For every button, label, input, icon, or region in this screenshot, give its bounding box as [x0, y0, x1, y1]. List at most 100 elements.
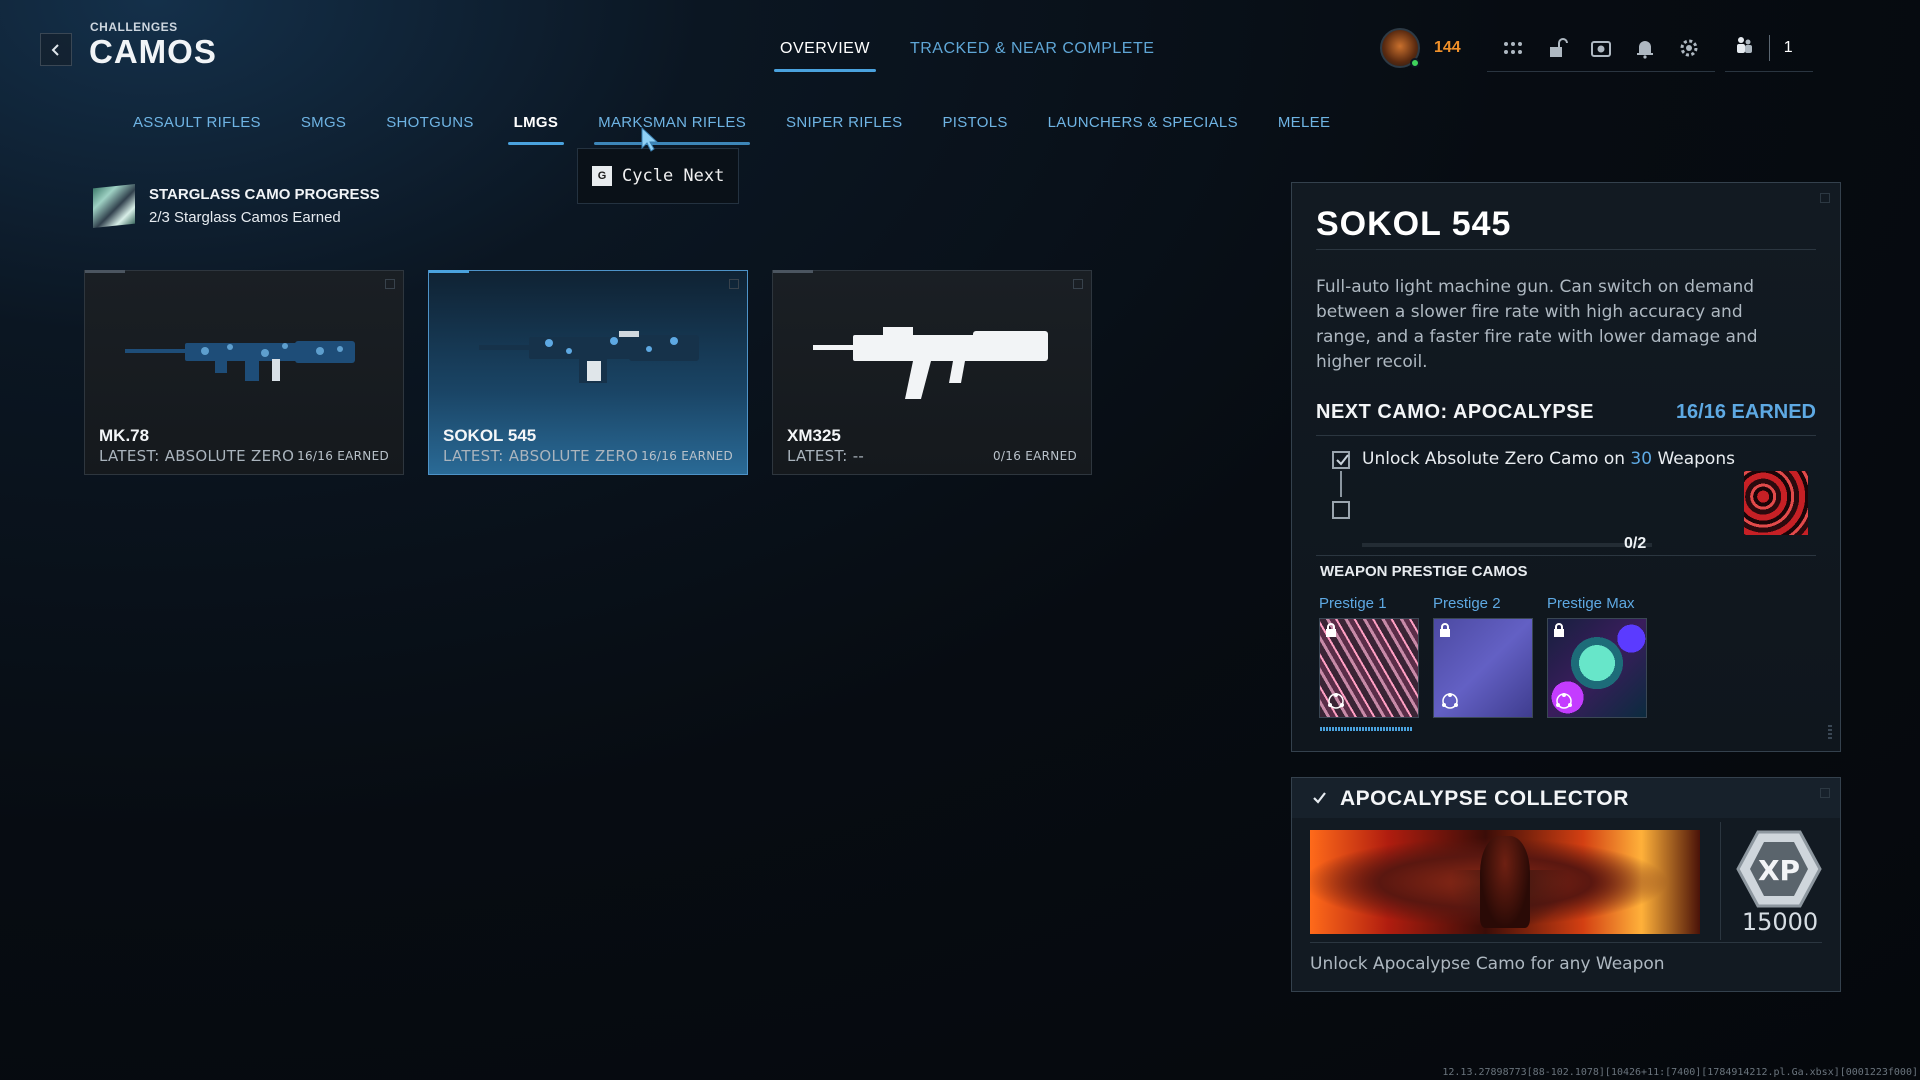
prestige-icon [1442, 693, 1458, 709]
party-icon [1733, 34, 1755, 61]
prestige-icon [1556, 693, 1572, 709]
avatar[interactable] [1380, 28, 1420, 68]
tab-pistols[interactable]: PISTOLS [942, 114, 1007, 145]
weapon-latest: LATEST: ABSOLUTE ZERO [443, 447, 639, 465]
back-button[interactable] [40, 33, 72, 66]
starglass-title: STARGLASS CAMO PROGRESS [149, 186, 380, 203]
weapon-image [813, 327, 1048, 399]
tab-marksman-rifles[interactable]: MARKSMAN RIFLES [594, 114, 750, 145]
tab-launchers-specials[interactable]: LAUNCHERS & SPECIALS [1048, 114, 1238, 145]
category-tabs: ASSAULT RIFLES SMGS SHOTGUNS LMGS MARKSM… [133, 114, 1330, 145]
weapon-earned: 16/16 EARNED [641, 449, 733, 463]
panel-corner [1820, 193, 1830, 203]
panel-corner [1820, 788, 1830, 798]
tab-overview[interactable]: OVERVIEW [774, 40, 876, 72]
page-title: CAMOS [89, 33, 217, 70]
tab-assault-rifles[interactable]: ASSAULT RIFLES [133, 114, 261, 145]
connector-line [1340, 471, 1342, 497]
prestige-icon [1328, 693, 1344, 709]
starglass-subtitle: 2/3 Starglass Camos Earned [149, 209, 341, 226]
tab-tracked[interactable]: TRACKED & NEAR COMPLETE [910, 40, 1154, 72]
tab-shotguns[interactable]: SHOTGUNS [386, 114, 473, 145]
weapon-name: MK.78 [99, 426, 150, 445]
unlock-icon[interactable] [1545, 36, 1569, 60]
online-status-icon [1410, 58, 1420, 68]
gear-icon[interactable] [1677, 36, 1701, 60]
prestige-title: WEAPON PRESTIGE CAMOS [1320, 563, 1528, 580]
xp-reward-value: 15000 [1741, 908, 1819, 936]
next-camo-earned: 16/16 EARNED [1675, 401, 1816, 423]
weapon-card-xm325[interactable]: XM325 LATEST: -- 0/16 EARNED [772, 270, 1092, 475]
apocalypse-banner-image [1310, 830, 1700, 934]
divider [1720, 822, 1721, 940]
weapon-latest: LATEST: ABSOLUTE ZERO [99, 447, 295, 465]
lock-icon [1440, 623, 1450, 637]
collector-description: Unlock Apocalypse Camo for any Weapon [1310, 954, 1665, 974]
prestige-camo-max[interactable]: Prestige Max [1547, 595, 1647, 718]
divider [1310, 942, 1822, 943]
progress-label: 0/2 [1624, 535, 1647, 552]
xp-badge-icon: XP [1736, 830, 1822, 908]
collector-title: APOCALYPSE COLLECTOR [1340, 787, 1629, 810]
camo-requirement: Unlock Absolute Zero Camo on 30 Weapons [1362, 449, 1735, 469]
tab-sniper-rifles[interactable]: SNIPER RIFLES [786, 114, 902, 145]
starglass-camo-icon [93, 184, 135, 228]
tooltip-text: Cycle Next [622, 166, 725, 186]
divider [1316, 555, 1816, 556]
currency-count: 144 [1434, 39, 1461, 56]
prestige-label: Prestige 1 [1319, 595, 1387, 612]
weapon-card-sokol-545[interactable]: SOKOL 545 LATEST: ABSOLUTE ZERO 16/16 EA… [428, 270, 748, 475]
card-corner [1073, 279, 1083, 289]
prestige-label: Prestige 2 [1433, 595, 1501, 612]
checkmark-icon [1313, 792, 1326, 804]
top-tabs: OVERVIEW TRACKED & NEAR COMPLETE [774, 40, 1154, 72]
tab-lmgs[interactable]: LMGS [507, 114, 564, 145]
progress-bar [1362, 543, 1652, 547]
tab-melee[interactable]: MELEE [1278, 114, 1330, 145]
weapon-image [479, 331, 699, 383]
weapon-name: SOKOL 545 [443, 426, 537, 445]
weapon-detail-panel: SOKOL 545 Full-auto light machine gun. C… [1291, 182, 1841, 752]
prestige-camo-1[interactable]: Prestige 1 [1319, 595, 1419, 718]
prestige-camo-2[interactable]: Prestige 2 [1433, 595, 1533, 718]
weapon-image [125, 341, 355, 381]
party-count: 1 [1783, 38, 1793, 56]
prestige-image [1547, 618, 1647, 718]
weapon-latest: LATEST: -- [787, 447, 865, 465]
prestige-progress-bar [1320, 727, 1412, 731]
lock-icon [1326, 623, 1336, 637]
weapon-earned: 16/16 EARNED [297, 449, 389, 463]
weapon-earned: 0/16 EARNED [993, 449, 1077, 463]
card-corner [385, 279, 395, 289]
card-accent [773, 270, 813, 273]
bell-icon[interactable] [1633, 36, 1657, 60]
camera-icon[interactable] [1589, 36, 1613, 60]
requirement-checkbox [1332, 451, 1350, 469]
hud-icon-bar [1486, 24, 1715, 72]
chevron-left-icon [51, 43, 59, 56]
detail-title: SOKOL 545 [1316, 205, 1512, 243]
divider [1768, 34, 1770, 61]
apocalypse-camo-thumbnail [1744, 471, 1808, 535]
party-widget[interactable]: 1 [1724, 24, 1813, 72]
requirement-checkbox-empty [1332, 501, 1350, 519]
breadcrumb: CHALLENGES [90, 20, 178, 34]
grid-menu-icon[interactable] [1501, 36, 1525, 60]
card-corner [729, 279, 739, 289]
weapon-card-mk78[interactable]: MK.78 LATEST: ABSOLUTE ZERO 16/16 EARNED [84, 270, 404, 475]
starglass-progress: STARGLASS CAMO PROGRESS 2/3 Starglass Ca… [93, 184, 380, 228]
tab-smgs[interactable]: SMGS [301, 114, 346, 145]
divider [1316, 435, 1816, 436]
svg-text:XP: XP [1758, 854, 1800, 887]
apocalypse-collector-panel: APOCALYPSE COLLECTOR XP 15000 Unlock Apo… [1291, 777, 1841, 992]
checkmark-icon [1336, 454, 1349, 466]
scroll-grip [1828, 725, 1832, 741]
lock-icon [1554, 623, 1564, 637]
prestige-image [1319, 618, 1419, 718]
cycle-next-tooltip: G Cycle Next [577, 148, 739, 204]
card-accent [85, 270, 125, 273]
cursor-icon [641, 126, 659, 152]
detail-description: Full-auto light machine gun. Can switch … [1316, 277, 1758, 372]
hud: 144 1 [1380, 24, 1813, 72]
prestige-label: Prestige Max [1547, 595, 1635, 612]
